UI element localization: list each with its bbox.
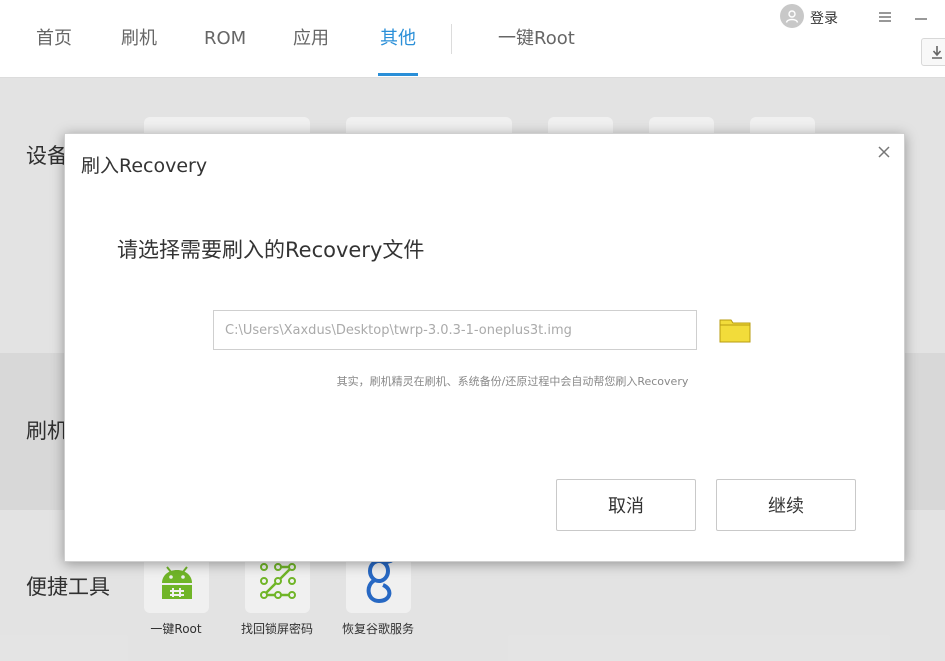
- recovery-file-path-input[interactable]: [213, 310, 697, 350]
- avatar-icon[interactable]: [780, 4, 804, 28]
- hamburger-icon[interactable]: [878, 8, 892, 27]
- nav-tab-apps[interactable]: 应用: [293, 26, 329, 52]
- download-icon[interactable]: [921, 38, 945, 66]
- nav-divider: [451, 24, 452, 54]
- nav-tab-home[interactable]: 首页: [36, 26, 72, 52]
- close-icon[interactable]: [878, 142, 890, 163]
- minimize-icon[interactable]: [914, 6, 928, 25]
- nav-tab-rom[interactable]: ROM: [204, 26, 246, 52]
- active-tab-indicator: [378, 73, 418, 76]
- top-bar: 首页 刷机 ROM 应用 其他 一键Root 登录: [0, 0, 945, 78]
- cancel-button[interactable]: 取消: [556, 479, 696, 531]
- nav-tab-one-click-root[interactable]: 一键Root: [498, 26, 575, 52]
- dialog-title: 刷入Recovery: [81, 155, 208, 177]
- flash-recovery-dialog: 刷入Recovery 请选择需要刷入的Recovery文件 其实，刷机精灵在刷机…: [64, 133, 905, 562]
- nav-tab-other[interactable]: 其他: [380, 26, 416, 52]
- folder-icon[interactable]: [719, 316, 751, 344]
- dialog-hint: 其实，刷机精灵在刷机、系统备份/还原过程中会自动帮您刷入Recovery: [336, 375, 689, 388]
- login-link[interactable]: 登录: [810, 8, 838, 28]
- nav-tab-flash[interactable]: 刷机: [121, 26, 157, 52]
- continue-button[interactable]: 继续: [716, 479, 856, 531]
- dialog-heading: 请选择需要刷入的Recovery文件: [117, 238, 425, 262]
